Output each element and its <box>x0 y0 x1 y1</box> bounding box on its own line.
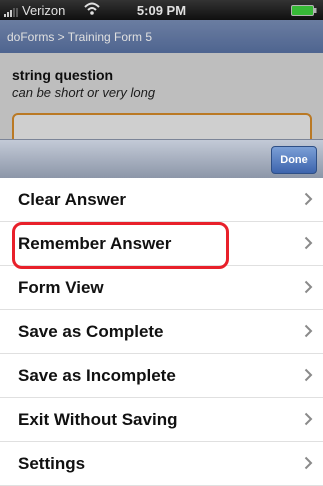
menu-item-label: Exit Without Saving <box>18 410 178 429</box>
menu-item-save-as-incomplete[interactable]: Save as Incomplete <box>0 354 323 398</box>
chevron-right-icon <box>304 456 313 470</box>
chevron-right-icon <box>304 412 313 426</box>
chevron-right-icon <box>304 324 313 338</box>
menu-item-exit-without-saving[interactable]: Exit Without Saving <box>0 398 323 442</box>
done-button[interactable]: Done <box>271 146 317 174</box>
chevron-right-icon <box>304 192 313 206</box>
menu-item-form-view[interactable]: Form View <box>0 266 323 310</box>
chevron-right-icon <box>304 368 313 382</box>
action-menu: Clear Answer Remember Answer Form View S… <box>0 178 323 486</box>
menu-item-clear-answer[interactable]: Clear Answer <box>0 178 323 222</box>
menu-item-save-as-complete[interactable]: Save as Complete <box>0 310 323 354</box>
dim-overlay <box>0 0 323 143</box>
menu-item-label: Save as Complete <box>18 322 164 341</box>
menu-item-label: Remember Answer <box>18 234 172 253</box>
menu-item-label: Save as Incomplete <box>18 366 176 385</box>
menu-item-label: Settings <box>18 454 86 473</box>
menu-item-label: Clear Answer <box>18 190 127 209</box>
menu-item-remember-answer[interactable]: Remember Answer <box>0 222 323 266</box>
menu-item-label: Form View <box>18 278 104 297</box>
chevron-right-icon <box>304 280 313 294</box>
chevron-right-icon <box>304 236 313 250</box>
menu-item-settings[interactable]: Settings <box>0 442 323 486</box>
menu-toolbar: Done <box>0 139 323 179</box>
